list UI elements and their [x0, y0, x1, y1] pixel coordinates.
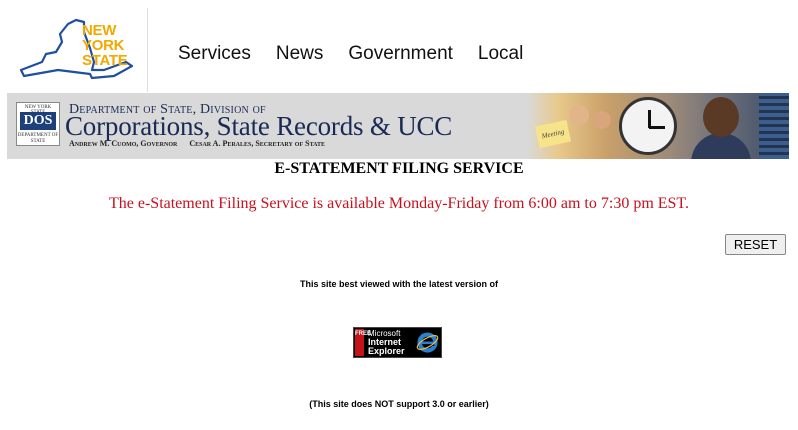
- seal-bottom-text: DEPARTMENT OF STATE: [17, 133, 59, 144]
- site-header: NEW YORK STATE Services News Government …: [0, 0, 798, 92]
- ie-badge-line3: Explorer: [368, 346, 405, 356]
- dos-banner: NEW YORK STATE DOS DEPARTMENT OF STATE D…: [7, 93, 789, 159]
- best-viewed-text: This site best viewed with the latest ve…: [299, 279, 499, 289]
- nav-government[interactable]: Government: [348, 43, 453, 65]
- ny-state-logo[interactable]: NEW YORK STATE: [18, 12, 138, 84]
- nav-services[interactable]: Services: [178, 43, 251, 65]
- dos-seal-icon: NEW YORK STATE DOS DEPARTMENT OF STATE: [16, 102, 60, 146]
- logo-line-new: NEW: [82, 22, 117, 39]
- header-divider: [147, 8, 148, 92]
- browser-support-note: (This site does NOT support 3.0 or earli…: [309, 399, 489, 409]
- availability-notice: The e-Statement Filing Service is availa…: [108, 195, 690, 212]
- internet-explorer-icon: [416, 332, 439, 353]
- sticky-note: Meeting: [535, 119, 571, 149]
- internet-explorer-badge[interactable]: FREE Microsoft Internet Explorer: [353, 327, 442, 358]
- photo-person: [703, 97, 739, 137]
- clock-icon: [619, 97, 677, 155]
- seal-mark-text: DOS: [20, 112, 56, 130]
- photo-person: [593, 111, 611, 129]
- logo-line-york: YORK: [82, 37, 125, 54]
- banner-division: Corporations, State Records & UCC: [65, 111, 453, 141]
- page-title: E-STATEMENT FILING SERVICE: [274, 160, 524, 177]
- banner-secretary: Cesar A. Perales, Secretary of State: [189, 139, 326, 148]
- free-ribbon: FREE: [355, 329, 371, 356]
- main-nav: Services News Government Local: [178, 43, 548, 65]
- banner-governor: Andrew M. Cuomo, Governor: [69, 139, 178, 148]
- logo-line-state: STATE: [82, 52, 128, 69]
- nav-news[interactable]: News: [276, 43, 324, 65]
- photo-person: [569, 105, 589, 125]
- banner-photo: Meeting: [527, 93, 789, 159]
- reset-button[interactable]: RESET: [725, 234, 786, 255]
- banner-officials: Andrew M. Cuomo, Governor Cesar A. Peral…: [69, 139, 335, 148]
- photo-building: [759, 93, 789, 159]
- nav-local[interactable]: Local: [478, 43, 523, 65]
